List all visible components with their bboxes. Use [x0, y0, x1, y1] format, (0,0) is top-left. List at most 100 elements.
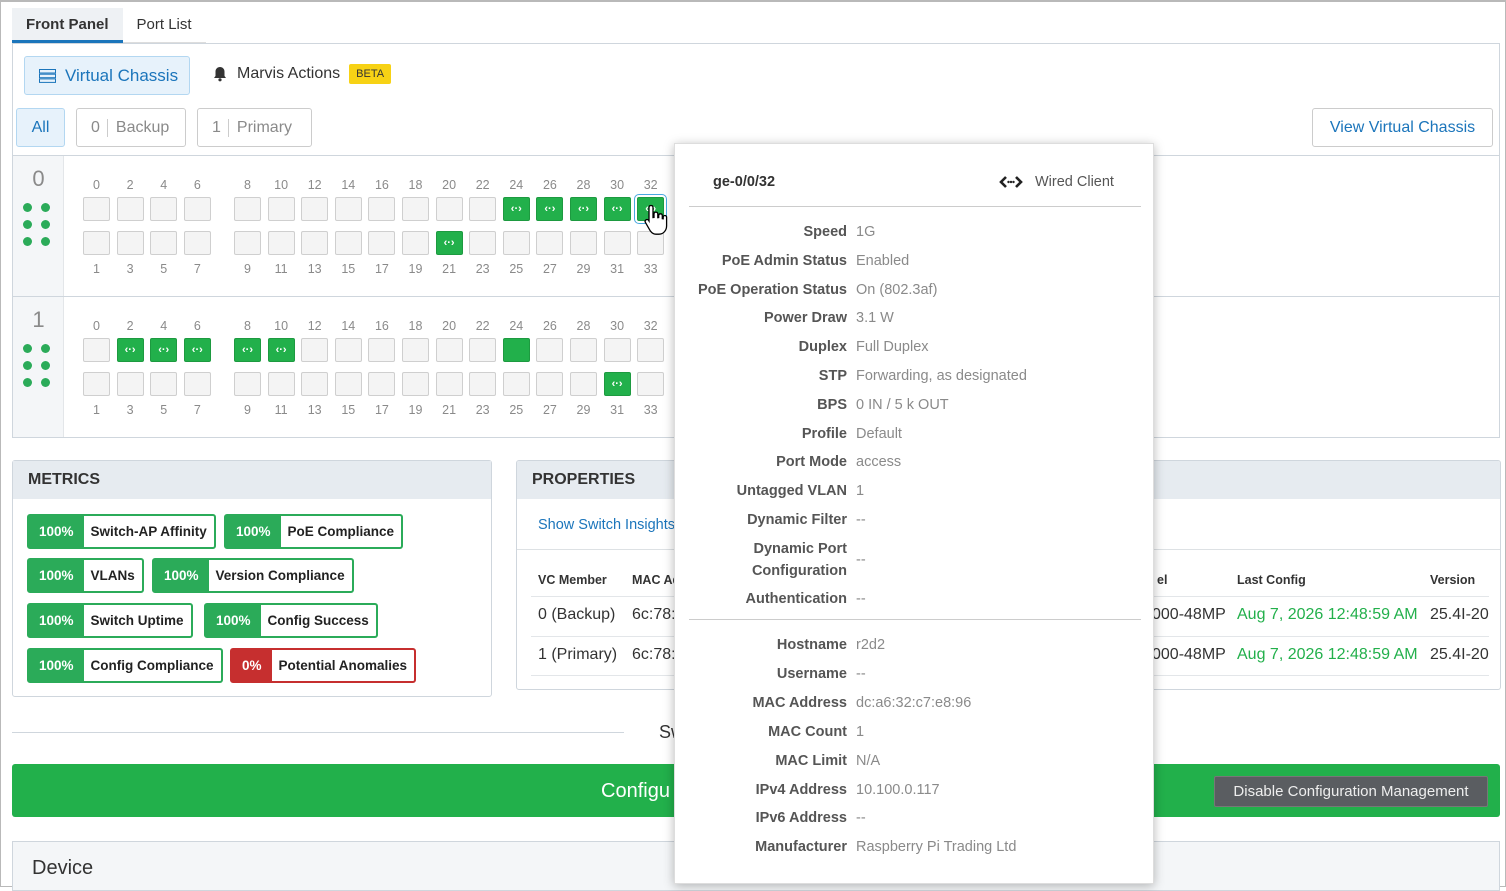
- port-empty[interactable]: [83, 372, 110, 396]
- port-empty[interactable]: [234, 231, 261, 255]
- port-empty[interactable]: [637, 338, 665, 362]
- tab-port-list[interactable]: Port List: [122, 8, 206, 43]
- port-empty[interactable]: [234, 197, 261, 221]
- port-empty[interactable]: [183, 372, 211, 396]
- port-empty[interactable]: [301, 231, 329, 255]
- view-virtual-chassis-button[interactable]: View Virtual Chassis: [1312, 108, 1493, 147]
- virtual-chassis-button[interactable]: Virtual Chassis: [24, 56, 190, 95]
- port-empty[interactable]: [301, 338, 329, 362]
- port-empty[interactable]: [183, 197, 211, 221]
- port-empty[interactable]: [402, 231, 429, 255]
- port-empty[interactable]: [570, 231, 597, 255]
- filter-all-button[interactable]: All: [16, 108, 65, 147]
- port-empty[interactable]: [368, 197, 396, 221]
- metric-chip[interactable]: 100% PoE Compliance: [224, 514, 404, 549]
- port-empty[interactable]: [83, 338, 110, 362]
- port-empty[interactable]: [368, 338, 396, 362]
- port-empty[interactable]: [267, 372, 295, 396]
- port-empty[interactable]: [570, 372, 597, 396]
- port-empty[interactable]: [334, 197, 362, 221]
- detail-value: access: [856, 454, 902, 471]
- col-model[interactable]: el: [1157, 573, 1167, 587]
- col-last-config[interactable]: Last Config: [1237, 573, 1306, 587]
- port-empty[interactable]: [435, 338, 463, 362]
- port-empty[interactable]: [536, 372, 564, 396]
- port-empty[interactable]: [570, 338, 597, 362]
- port-number-label: 24: [509, 319, 524, 333]
- metric-chip[interactable]: 100% Config Compliance: [27, 648, 223, 683]
- port-empty[interactable]: [536, 231, 564, 255]
- port-empty[interactable]: [83, 231, 110, 255]
- tab-bar: Front Panel Port List: [12, 8, 206, 43]
- port-up[interactable]: ‹·›: [536, 197, 564, 221]
- port-empty[interactable]: [402, 197, 429, 221]
- port-up[interactable]: ‹·›: [603, 197, 631, 221]
- port-empty[interactable]: [334, 372, 362, 396]
- port-empty[interactable]: [469, 372, 497, 396]
- port-up[interactable]: ‹·›: [183, 338, 211, 362]
- bell-icon: [214, 67, 226, 82]
- port-empty[interactable]: [267, 197, 295, 221]
- port-up[interactable]: ‹·›: [570, 197, 597, 221]
- filter-backup-button[interactable]: 0 Backup: [76, 108, 186, 147]
- port-empty[interactable]: [402, 372, 429, 396]
- disable-config-management-button[interactable]: Disable Configuration Management: [1214, 776, 1488, 807]
- cell-mac: 6c:78:: [632, 606, 676, 623]
- metric-chip[interactable]: 100% VLANs: [27, 558, 144, 593]
- wired-client-icon: ‹·›: [191, 344, 203, 356]
- port-empty[interactable]: [435, 197, 463, 221]
- col-mac[interactable]: MAC Ad: [632, 573, 680, 587]
- port-empty[interactable]: [83, 197, 110, 221]
- marvis-actions[interactable]: Marvis Actions BETA: [212, 64, 392, 84]
- port-empty[interactable]: [368, 231, 396, 255]
- detail-value: dc:a6:32:c7:e8:96: [856, 694, 972, 711]
- col-vc-member[interactable]: VC Member: [538, 573, 607, 587]
- port-empty[interactable]: [234, 372, 261, 396]
- port-empty[interactable]: [603, 338, 631, 362]
- port-empty[interactable]: [469, 231, 497, 255]
- port-up[interactable]: [502, 338, 530, 362]
- port-empty[interactable]: [116, 231, 144, 255]
- port-empty[interactable]: [637, 372, 665, 396]
- port-empty[interactable]: [116, 372, 144, 396]
- filter-primary-button[interactable]: 1 Primary: [197, 108, 312, 147]
- port-empty[interactable]: [536, 338, 564, 362]
- port-up[interactable]: ‹·›: [234, 338, 261, 362]
- port-empty[interactable]: [435, 372, 463, 396]
- metric-chip[interactable]: 100% Switch Uptime: [27, 603, 193, 638]
- show-switch-insights-link[interactable]: Show Switch Insights: [538, 517, 675, 533]
- port-empty[interactable]: [469, 338, 497, 362]
- port-empty[interactable]: [402, 338, 429, 362]
- port-empty[interactable]: [502, 231, 530, 255]
- port-empty[interactable]: [116, 197, 144, 221]
- metric-chip[interactable]: 100% Config Success: [204, 603, 378, 638]
- port-number-label: 13: [307, 403, 322, 417]
- metric-chip[interactable]: 100% Switch-AP Affinity: [27, 514, 216, 549]
- port-up[interactable]: ‹·›: [267, 338, 295, 362]
- port-empty[interactable]: [183, 231, 211, 255]
- port-empty[interactable]: [150, 231, 178, 255]
- port-empty[interactable]: [334, 338, 362, 362]
- port-empty[interactable]: [150, 372, 178, 396]
- port-empty[interactable]: [150, 197, 178, 221]
- port-empty[interactable]: [368, 372, 396, 396]
- port-empty[interactable]: [603, 231, 631, 255]
- port-up[interactable]: ‹·›: [150, 338, 178, 362]
- tab-front-panel[interactable]: Front Panel: [12, 8, 123, 43]
- port-up[interactable]: ‹·›: [435, 231, 463, 255]
- metric-chip[interactable]: 100% Version Compliance: [152, 558, 354, 593]
- port-number-label: 31: [610, 403, 625, 417]
- port-empty[interactable]: [301, 372, 329, 396]
- port-empty[interactable]: [502, 372, 530, 396]
- port-up[interactable]: ‹·›: [116, 338, 144, 362]
- port-number-label: 8: [244, 178, 251, 192]
- port-up[interactable]: ‹·›: [603, 372, 631, 396]
- port-empty[interactable]: [334, 231, 362, 255]
- port-empty[interactable]: [301, 197, 329, 221]
- metric-label: PoE Compliance: [287, 524, 395, 539]
- col-version[interactable]: Version: [1430, 573, 1475, 587]
- metric-chip-anomalies[interactable]: 0% Potential Anomalies: [230, 648, 417, 683]
- port-empty[interactable]: [469, 197, 497, 221]
- port-empty[interactable]: [267, 231, 295, 255]
- port-up[interactable]: ‹·›: [502, 197, 530, 221]
